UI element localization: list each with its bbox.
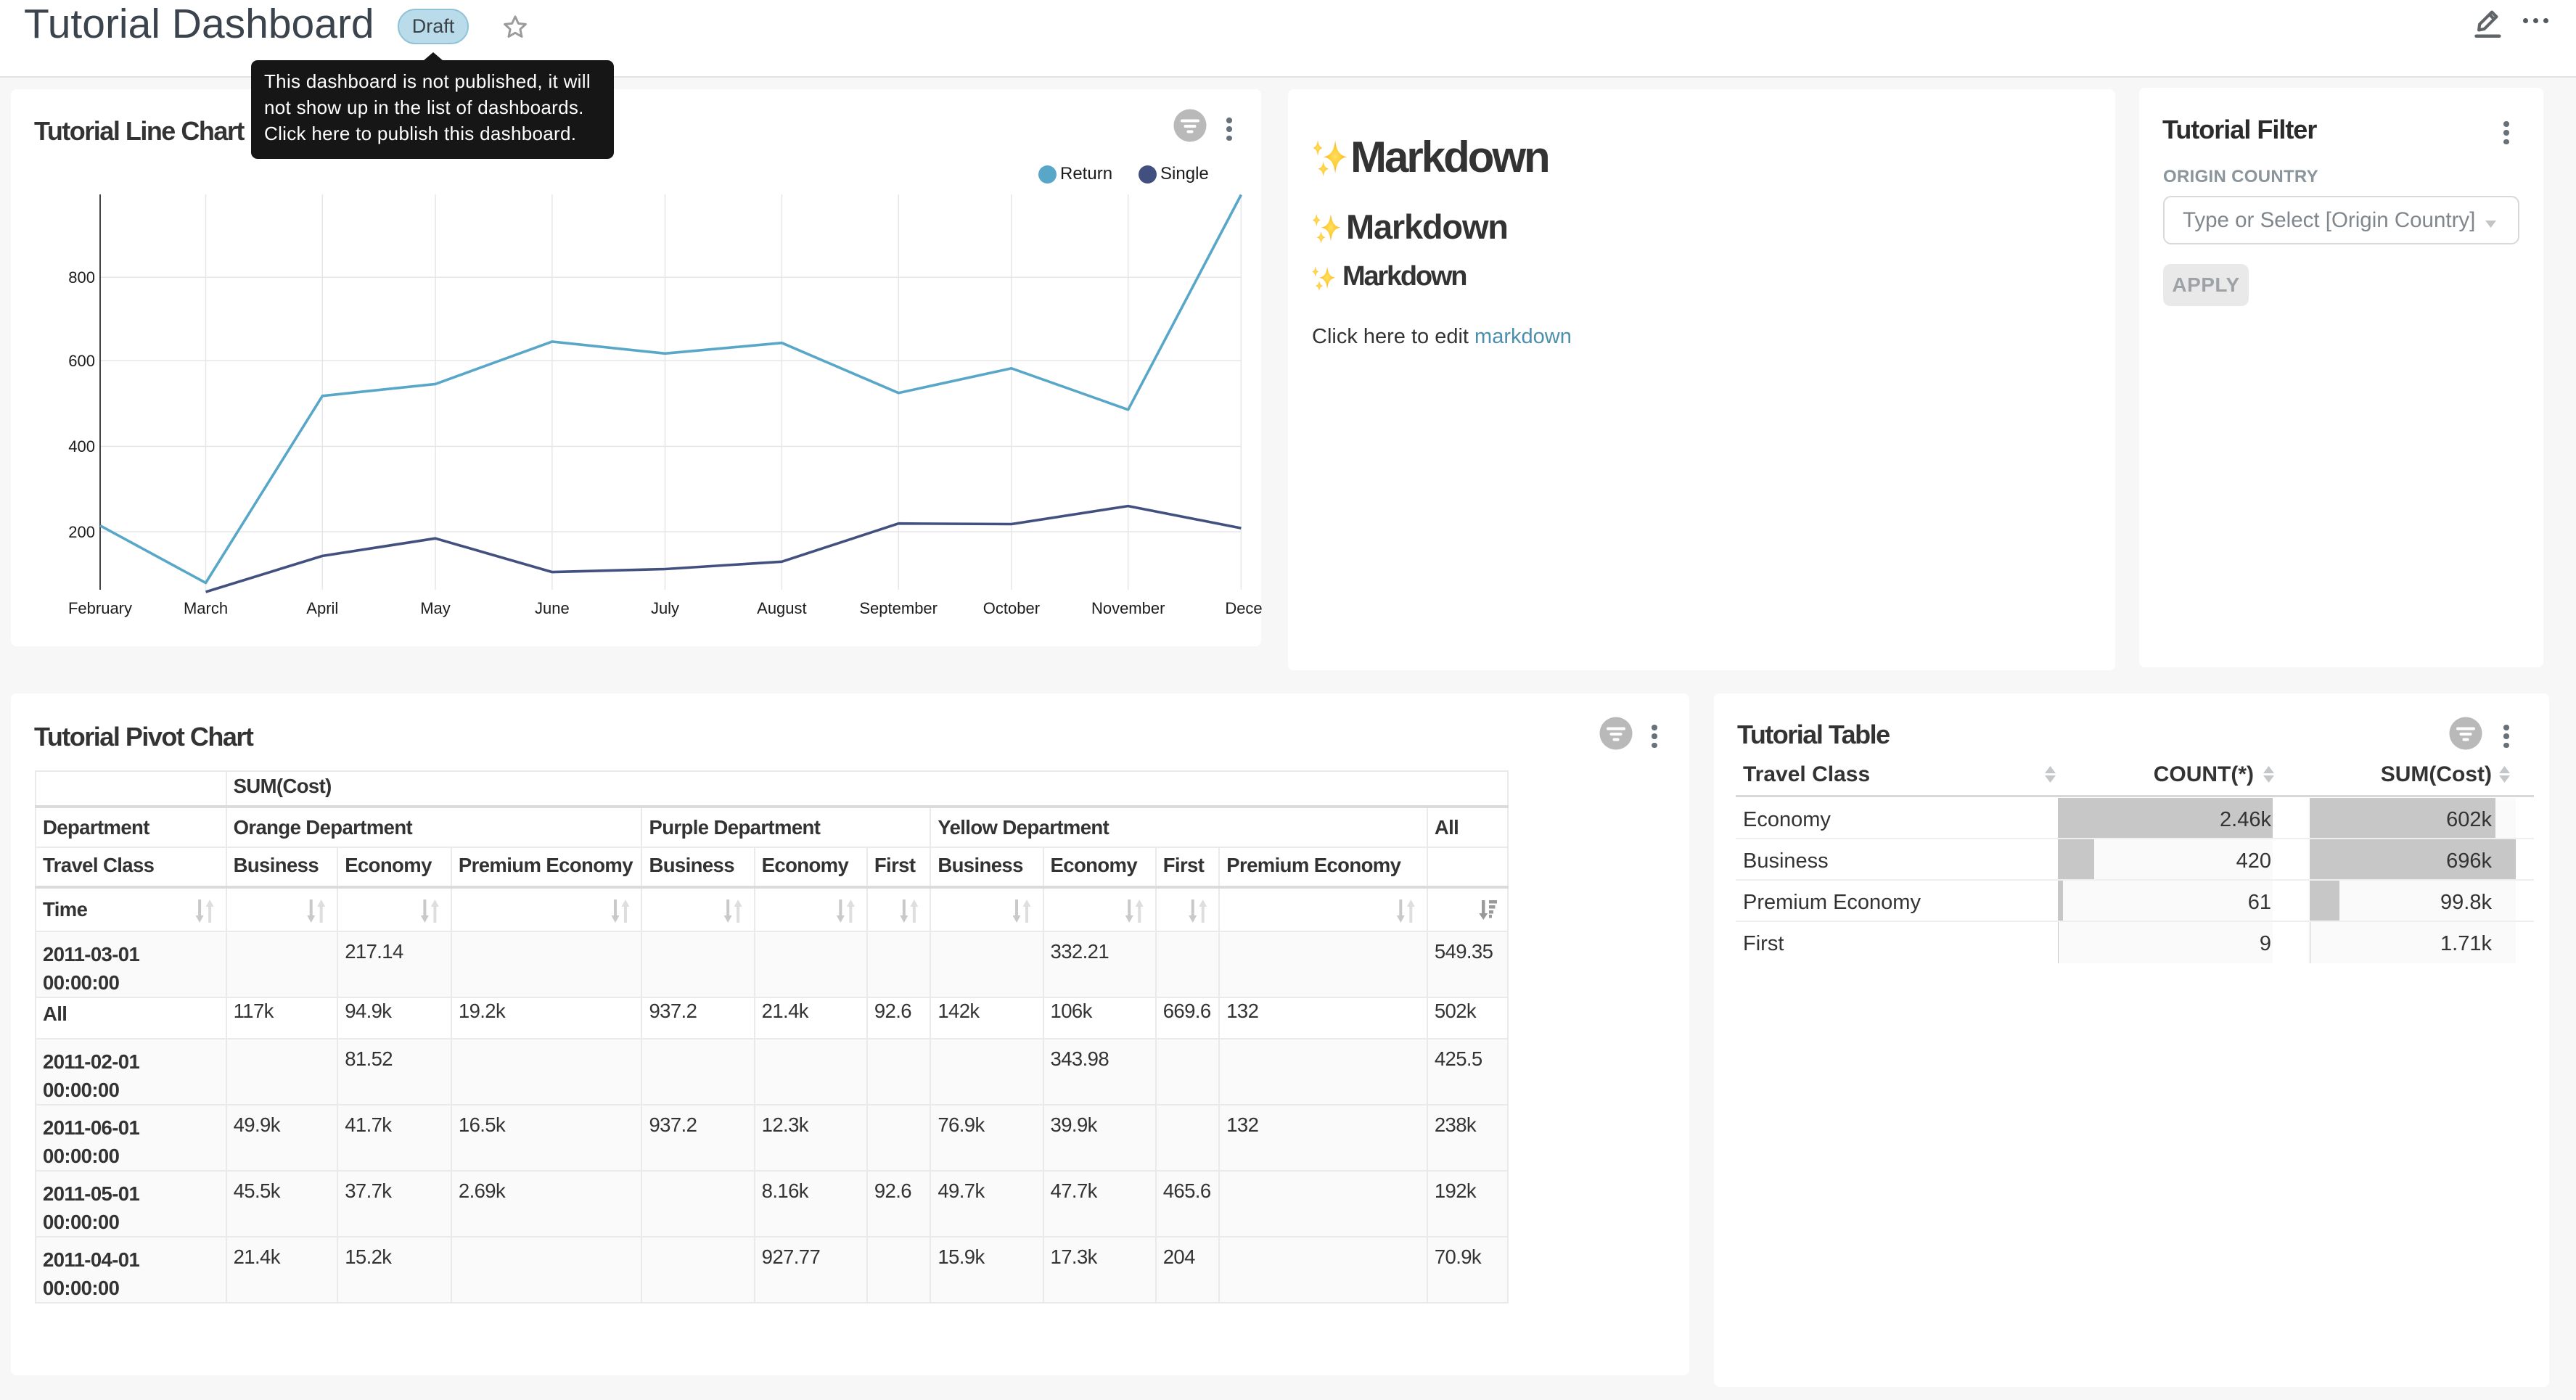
- svg-text:February: February: [68, 599, 132, 617]
- svg-text:September: September: [859, 599, 938, 617]
- svg-text:March: March: [184, 599, 228, 617]
- svg-text:Dece: Dece: [1225, 599, 1262, 617]
- svg-text:June: June: [535, 599, 570, 617]
- svg-text:200: 200: [68, 523, 95, 541]
- svg-text:600: 600: [68, 352, 95, 370]
- svg-text:400: 400: [68, 437, 95, 456]
- svg-text:July: July: [651, 599, 679, 617]
- svg-text:October: October: [983, 599, 1040, 617]
- svg-text:November: November: [1091, 599, 1165, 617]
- svg-text:800: 800: [68, 268, 95, 287]
- svg-text:May: May: [420, 599, 451, 617]
- svg-text:August: August: [757, 599, 807, 617]
- svg-text:April: April: [306, 599, 338, 617]
